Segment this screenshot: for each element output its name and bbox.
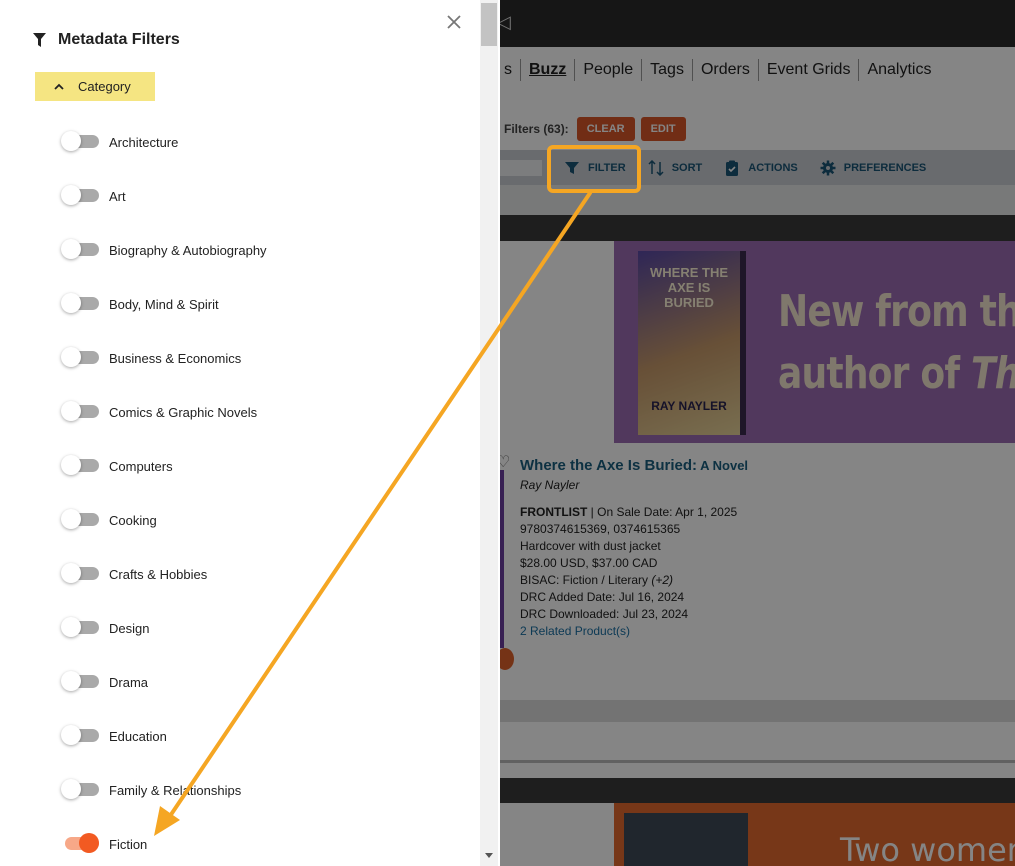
toggle-switch[interactable]	[61, 130, 99, 152]
category-option-body-mind-spirit[interactable]: Body, Mind & Spirit	[0, 292, 470, 316]
category-option-comics-graphic-novels[interactable]: Comics & Graphic Novels	[0, 400, 470, 424]
category-option-education[interactable]: Education	[0, 724, 470, 748]
category-option-business-economics[interactable]: Business & Economics	[0, 346, 470, 370]
toggle-knob	[61, 779, 81, 799]
toggle-knob	[61, 455, 81, 475]
category-option-architecture[interactable]: Architecture	[0, 130, 470, 154]
category-option-family-relationships[interactable]: Family & Relationships	[0, 778, 470, 802]
category-option-label: Body, Mind & Spirit	[109, 296, 219, 312]
category-option-computers[interactable]: Computers	[0, 454, 470, 478]
toggle-switch[interactable]	[61, 508, 99, 530]
panel-scrollbar[interactable]	[480, 0, 498, 866]
metadata-filters-panel: Metadata Filters Category Architecture Ar…	[0, 0, 500, 866]
category-option-label: Drama	[109, 674, 149, 690]
toggle-switch[interactable]	[61, 292, 99, 314]
toggle-knob	[61, 131, 81, 151]
toggle-knob	[61, 185, 81, 205]
funnel-icon	[33, 33, 46, 47]
category-option-label: Comics & Graphic Novels	[109, 404, 258, 420]
category-option-drama[interactable]: Drama	[0, 670, 470, 694]
category-option-label: Business & Economics	[109, 350, 242, 366]
category-option-label: Art	[109, 188, 126, 204]
toggle-switch[interactable]	[61, 346, 99, 368]
category-option-label: Crafts & Hobbies	[109, 566, 208, 582]
close-icon[interactable]	[444, 12, 464, 32]
toggle-knob	[61, 509, 81, 529]
category-option-label: Biography & Autobiography	[109, 242, 267, 258]
toggle-switch[interactable]	[61, 184, 99, 206]
toggle-knob	[61, 239, 81, 259]
category-option-crafts-hobbies[interactable]: Crafts & Hobbies	[0, 562, 470, 586]
toggle-knob	[61, 347, 81, 367]
toggle-switch[interactable]	[61, 670, 99, 692]
category-option-label: Education	[109, 728, 167, 744]
toggle-knob	[79, 833, 99, 853]
toggle-switch[interactable]	[61, 238, 99, 260]
toggle-switch[interactable]	[61, 562, 99, 584]
panel-title: Metadata Filters	[33, 31, 180, 49]
scroll-down-arrow-icon[interactable]	[485, 853, 493, 858]
toggle-switch[interactable]	[61, 454, 99, 476]
filter-button-highlight	[547, 145, 641, 193]
toggle-knob	[61, 401, 81, 421]
toggle-switch[interactable]	[61, 400, 99, 422]
toggle-knob	[61, 617, 81, 637]
category-option-design[interactable]: Design	[0, 616, 470, 640]
category-option-label: Design	[109, 620, 150, 636]
toggle-switch[interactable]	[61, 778, 99, 800]
toggle-knob	[61, 293, 81, 313]
toggle-knob	[61, 671, 81, 691]
toggle-switch[interactable]	[61, 616, 99, 638]
toggle-switch[interactable]	[61, 724, 99, 746]
toggle-knob	[61, 725, 81, 745]
category-option-label: Architecture	[109, 134, 179, 150]
panel-title-text: Metadata Filters	[58, 31, 180, 48]
category-label: Category	[78, 79, 131, 94]
scrollbar-thumb[interactable]	[481, 3, 497, 46]
toggle-switch[interactable]	[61, 832, 99, 854]
category-option-label: Family & Relationships	[109, 782, 242, 798]
chevron-up-icon	[54, 83, 64, 90]
category-option-label: Computers	[109, 458, 173, 474]
category-option-fiction[interactable]: Fiction	[0, 832, 470, 856]
toggle-knob	[61, 563, 81, 583]
category-option-art[interactable]: Art	[0, 184, 470, 208]
category-option-label: Fiction	[109, 836, 148, 852]
category-option-biography-autobiography[interactable]: Biography & Autobiography	[0, 238, 470, 262]
category-option-label: Cooking	[109, 512, 157, 528]
category-accordion-header[interactable]: Category	[35, 72, 155, 101]
category-option-cooking[interactable]: Cooking	[0, 508, 470, 532]
